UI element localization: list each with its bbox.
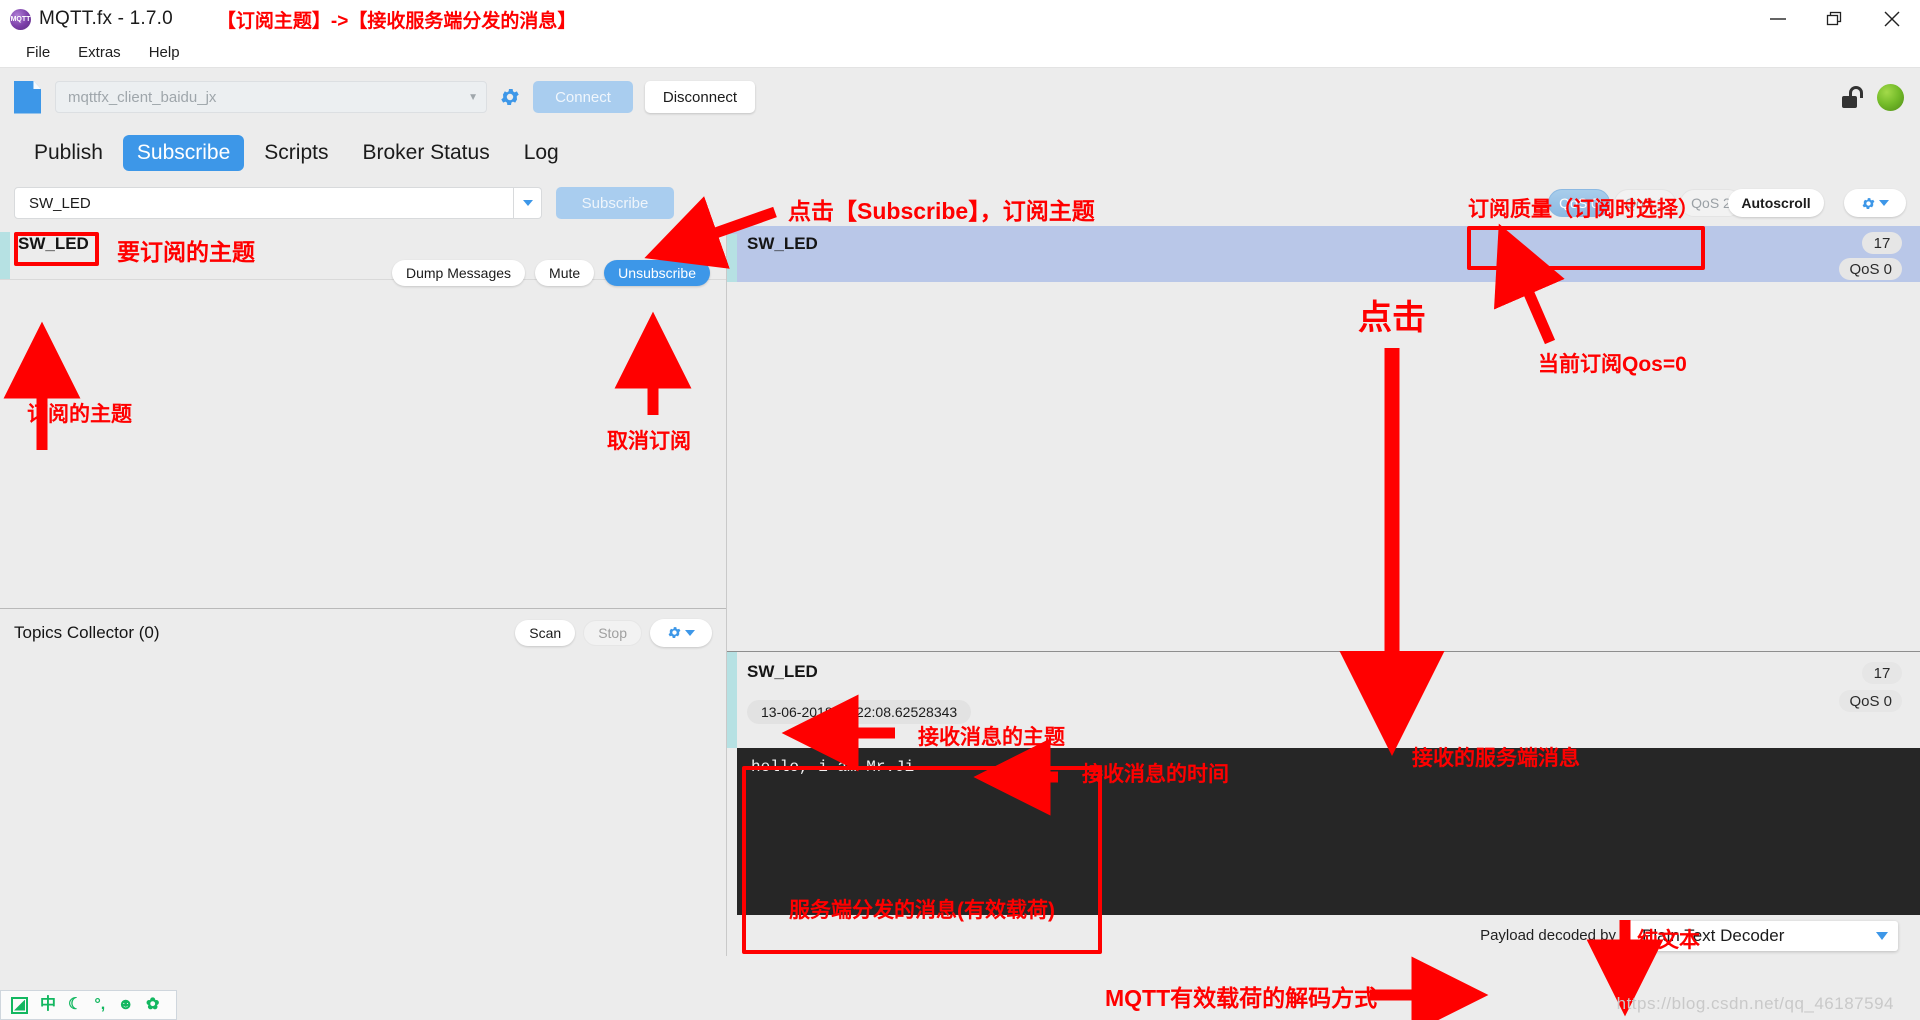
window-titlebar: MQTT MQTT.fx - 1.7.0 【订阅主题】->【接收服务端分发的消息…	[0, 0, 1920, 38]
topics-collector-label: Topics Collector (0)	[14, 622, 160, 642]
qos-0-button[interactable]: QoS 0	[1548, 189, 1610, 217]
message-number: 17	[1862, 232, 1902, 254]
subscription-message-count: 1	[676, 234, 710, 256]
chevron-down-icon	[1879, 200, 1889, 206]
message-color-accent	[727, 234, 737, 282]
tab-broker-status[interactable]: Broker Status	[348, 135, 503, 171]
chevron-down-icon: ▼	[468, 91, 478, 103]
gear-icon[interactable]	[495, 82, 525, 112]
autoscroll-button[interactable]: Autoscroll	[1728, 189, 1824, 217]
subscribe-options-button[interactable]	[1844, 189, 1906, 217]
minimize-icon[interactable]	[1749, 0, 1806, 38]
annotation-title: 【订阅主题】->【接收服务端分发的消息】	[216, 10, 577, 32]
punctuation-icon[interactable]: °,	[94, 997, 105, 1013]
messages-pane: SW_LED 17 QoS 0 SW_LED 13-06-2018 17:22:…	[727, 226, 1920, 956]
annotation-decode-method: MQTT有效载荷的解码方式	[1105, 985, 1378, 1011]
moon-icon[interactable]: ☾	[68, 997, 82, 1013]
scan-button[interactable]: Scan	[515, 619, 576, 646]
decoder-bar: Payload decoded by Plain Text Decoder	[727, 915, 1920, 956]
chevron-down-icon	[685, 629, 695, 636]
topics-collector-options-button[interactable]	[650, 618, 712, 647]
detail-timestamp: 13-06-2018 17:22:08.62528343	[747, 700, 972, 724]
qos-selector: QoS 0 QoS 1 QoS 2	[1548, 189, 1742, 217]
app-logo-icon: MQTT	[10, 8, 31, 30]
message-qos-badge: QoS 0	[1839, 258, 1902, 280]
ime-toolbar[interactable]: 中 ☾ °, ☻ ✿	[0, 990, 177, 1020]
close-icon[interactable]	[1863, 0, 1920, 38]
decoder-label: Payload decoded by	[1480, 927, 1616, 945]
unlocked-padlock-icon	[1841, 86, 1865, 108]
connection-toolbar: mqttfx_client_baidu_jx ▼ Connect Disconn…	[0, 68, 1920, 126]
disconnect-button[interactable]: Disconnect	[645, 81, 755, 113]
subscription-topic: SW_LED	[18, 234, 89, 253]
ime-chinese-mode-icon[interactable]: 中	[40, 997, 56, 1013]
tab-publish[interactable]: Publish	[20, 135, 117, 171]
broker-profile-combobox[interactable]: mqttfx_client_baidu_jx ▼	[55, 81, 487, 113]
menu-item-extras[interactable]: Extras	[66, 40, 133, 65]
gear-icon[interactable]: ✿	[146, 997, 159, 1013]
unsubscribe-button[interactable]: Unsubscribe	[604, 260, 710, 286]
topic-history-dropdown[interactable]	[514, 187, 542, 219]
subscriptions-list-body	[0, 280, 726, 608]
stop-button[interactable]: Stop	[583, 619, 642, 646]
payload-viewer[interactable]: hello, i am Mr.Ji	[737, 747, 1920, 916]
watermark: https://blog.csdn.net/qq_46187594	[1616, 994, 1894, 1013]
connection-status	[1841, 83, 1904, 111]
message-detail-pane: SW_LED 13-06-2018 17:22:08.62528343 17 Q…	[727, 651, 1920, 956]
connect-button[interactable]: Connect	[533, 81, 633, 113]
detail-number: 17	[1862, 662, 1902, 684]
dump-messages-button[interactable]: Dump Messages	[392, 260, 526, 286]
main-content: SW_LED 1 Dump Messages Mute Unsubscribe …	[0, 226, 1920, 956]
subscription-row[interactable]: SW_LED 1 Dump Messages Mute Unsubscribe	[0, 226, 726, 286]
messages-list-body	[727, 282, 1920, 651]
qos-1-button[interactable]: QoS 1	[1614, 189, 1676, 217]
smiley-icon[interactable]: ☻	[117, 997, 134, 1013]
subscribe-toolbar: SW_LED Subscribe QoS 0 QoS 1 QoS 2 Autos…	[0, 180, 1920, 226]
detail-color-accent	[727, 652, 737, 748]
topics-collector-body	[0, 656, 726, 956]
menubar: File Extras Help	[0, 38, 1920, 68]
broker-profile-value: mqttfx_client_baidu_jx	[68, 88, 217, 106]
window-controls	[1749, 0, 1920, 38]
main-tabbar: Publish Subscribe Scripts Broker Status …	[0, 126, 1920, 180]
decoder-select[interactable]: Plain Text Decoder	[1628, 920, 1898, 951]
chevron-down-icon	[522, 200, 533, 206]
restore-icon[interactable]	[1806, 0, 1863, 38]
detail-qos-badge: QoS 0	[1839, 690, 1902, 712]
topics-collector-bar: Topics Collector (0) Scan Stop	[0, 608, 726, 656]
subscription-actions: Dump Messages Mute Unsubscribe	[392, 260, 710, 286]
detail-topic: SW_LED	[747, 662, 818, 681]
connected-green-dot-icon	[1877, 83, 1904, 111]
decoder-value: Plain Text Decoder	[1642, 925, 1785, 945]
tab-scripts[interactable]: Scripts	[250, 135, 342, 171]
sogou-logo-icon[interactable]	[11, 996, 28, 1014]
topics-collector-actions: Scan Stop	[515, 618, 712, 647]
subscribe-button[interactable]: Subscribe	[556, 187, 674, 219]
profile-document-icon[interactable]	[14, 80, 41, 114]
message-detail-header: SW_LED 13-06-2018 17:22:08.62528343 17 Q…	[727, 652, 1920, 748]
message-row[interactable]: SW_LED 17 QoS 0	[727, 226, 1920, 282]
tab-subscribe[interactable]: Subscribe	[122, 135, 245, 171]
mute-button[interactable]: Mute	[535, 260, 595, 286]
topic-input[interactable]: SW_LED	[14, 187, 514, 219]
topic-input-value: SW_LED	[29, 194, 91, 212]
subscriptions-pane: SW_LED 1 Dump Messages Mute Unsubscribe …	[0, 226, 727, 956]
subscription-color-accent	[0, 232, 10, 279]
menu-item-help[interactable]: Help	[137, 40, 192, 65]
chevron-down-icon	[1876, 931, 1888, 940]
tab-log[interactable]: Log	[510, 135, 573, 171]
message-topic: SW_LED	[747, 234, 818, 253]
menu-item-file[interactable]: File	[14, 40, 62, 65]
window-title: MQTT.fx - 1.7.0	[39, 8, 173, 29]
